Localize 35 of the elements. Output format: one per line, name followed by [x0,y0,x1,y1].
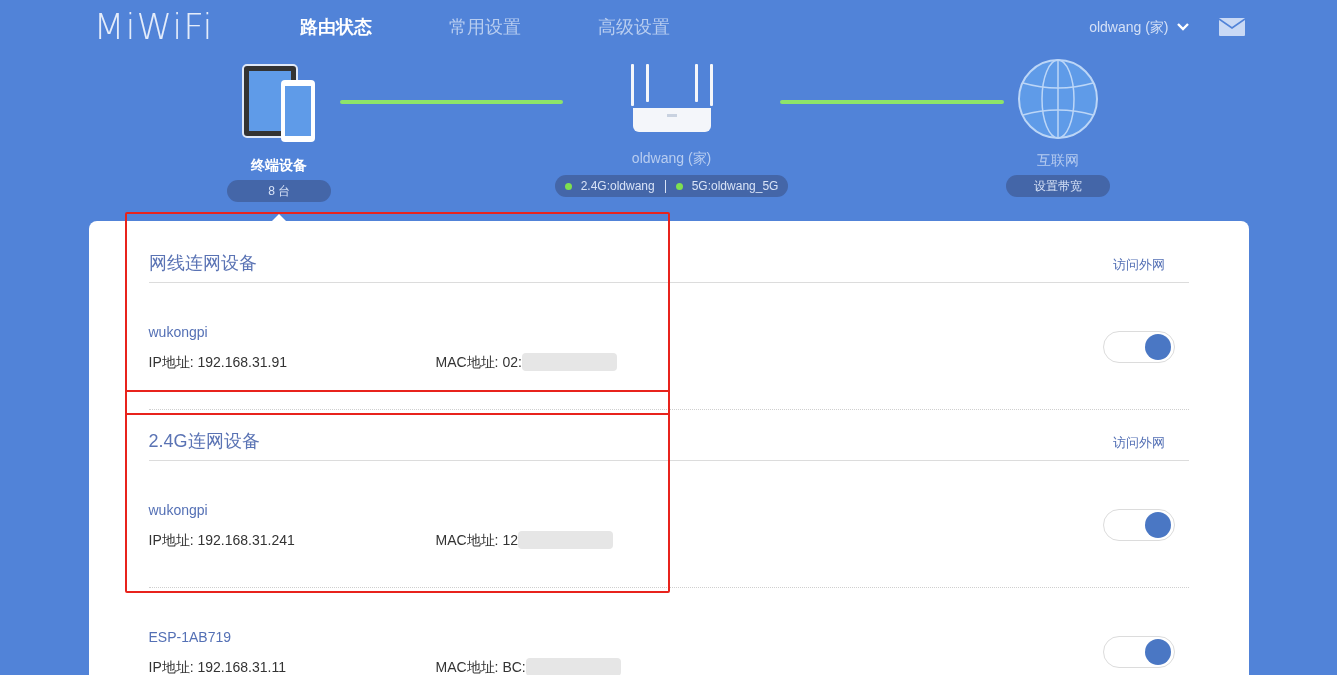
router-name: oldwang (家) [631,149,712,168]
mail-icon[interactable] [1218,18,1245,36]
device-name[interactable]: wukongpi [148,500,208,519]
device-name[interactable]: wukongpi [148,322,208,341]
section-title: 2.4G连网设备 [148,430,261,452]
device-name[interactable]: ESP-1AB719 [148,628,231,646]
access-toggle[interactable] [1102,330,1175,363]
toggle-knob [1144,639,1171,665]
toggle-knob [1144,333,1171,360]
logo[interactable]: MiWiFi [93,0,300,54]
bandwidth-button[interactable]: 设置带宽 [1005,175,1110,197]
chevron-down-icon [1176,23,1189,31]
nav-tab[interactable]: 高级设置 [597,13,670,41]
tablet-phone-icon[interactable] [241,63,318,143]
ip-address: IP地址: 192.168.31.241 [148,530,296,549]
devices-label: 终端设备 [251,156,308,175]
ip-address: IP地址: 192.168.31.11 [148,658,287,675]
access-toggle[interactable] [1102,508,1175,541]
column-label: 访问外网 [1111,255,1166,274]
device-count[interactable]: 8 台 [227,180,332,202]
band-label: 2.4G:oldwang [580,178,655,195]
section-title: 网线连网设备 [148,252,258,274]
band-label: 5G:oldwang_5G [691,178,779,195]
nav-tab[interactable]: 常用设置 [448,13,521,41]
access-toggle[interactable] [1102,636,1175,668]
mac-address: MAC地址: BC: [435,658,526,675]
ip-address: IP地址: 192.168.31.91 [148,352,289,371]
globe-icon[interactable] [1016,58,1099,140]
toggle-knob [1144,511,1171,538]
column-label: 访问外网 [1111,433,1166,452]
nav-tab[interactable]: 路由状态 [299,13,372,41]
user-menu[interactable]: oldwang (家) [1089,16,1189,38]
internet-label: 互联网 [1036,151,1079,170]
mac-address: MAC地址: 12 [435,530,518,549]
mac-address: MAC地址: 02: [435,352,522,371]
